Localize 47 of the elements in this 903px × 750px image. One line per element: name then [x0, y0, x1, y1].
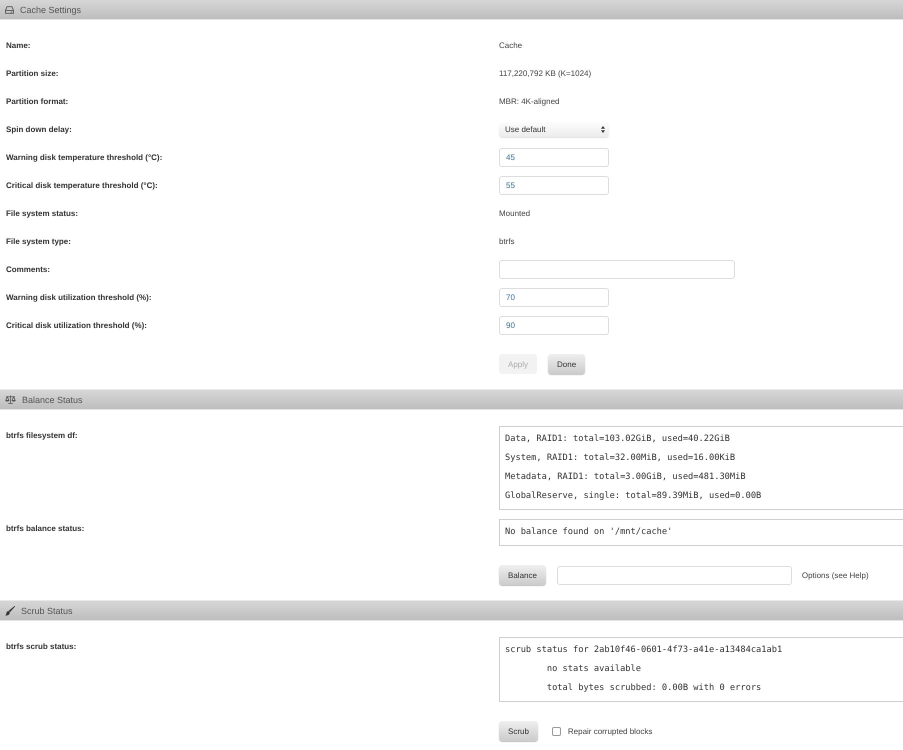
field-label: File system status: [6, 208, 78, 218]
output-line: No balance found on '/mnt/cache' [505, 526, 672, 539]
field-label: Warning disk utilization threshold (%): [6, 292, 152, 302]
field-label: Name: [6, 40, 30, 50]
output-line: GlobalReserve, single: total=89.39MiB, used=0.00B [505, 490, 762, 503]
options-field[interactable] [556, 566, 792, 584]
input-field[interactable]: 70 [499, 288, 609, 306]
output-line: Data, RAID1: total=103.02GiB, used=40.22GiB [505, 433, 730, 446]
input-field[interactable]: 55 [499, 176, 609, 194]
field-label: btrfs scrub status: [6, 642, 76, 652]
checkbox-label: Repair corrupted blocks [568, 726, 652, 736]
field-label: Warning disk temperature threshold (°C): [6, 152, 162, 162]
action-button[interactable]: Balance [499, 565, 546, 585]
field-label: Critical disk utilization threshold (%): [6, 320, 147, 330]
brush-icon [5, 606, 15, 616]
output-line: Metadata, RAID1: total=3.00GiB, used=481.30MiB [505, 471, 746, 484]
input-field[interactable] [499, 260, 735, 278]
action-button[interactable]: Scrub [499, 721, 538, 741]
field-label: Partition format: [6, 96, 68, 106]
field-label: btrfs filesystem df: [6, 431, 78, 441]
field-label: Spin down delay: [6, 124, 72, 134]
balance-scale-icon [5, 395, 16, 404]
hard-drive-icon [5, 6, 14, 14]
field-label: btrfs balance status: [6, 524, 84, 534]
output-line: no stats available [546, 663, 641, 676]
output-line: total bytes scrubbed: 0.00B with 0 errors [546, 682, 762, 695]
field-label: Partition size: [6, 68, 58, 78]
field-value: 117,220,792 KB (K=1024) [499, 68, 592, 78]
action-button[interactable]: Done [548, 354, 586, 374]
section-title: Cache Settings [20, 4, 82, 14]
field-value: btrfs [499, 236, 515, 246]
field-label: Critical disk temperature threshold (°C): [6, 180, 158, 190]
checkbox[interactable] [552, 726, 561, 736]
input-field[interactable]: 90 [499, 316, 609, 334]
section-title: Scrub Status [21, 606, 73, 616]
field-label: Comments: [6, 264, 50, 274]
section-title: Balance Status [22, 394, 83, 404]
field-value: Mounted [499, 208, 530, 218]
caret-icon [601, 126, 605, 132]
output-line: scrub status for 2ab10f46-0601-4f73-a41e-a13484ca1ab1 [505, 644, 782, 657]
output-line: System, RAID1: total=32.00MiB, used=16.00KiB [505, 452, 736, 465]
field-value: Cache [499, 40, 522, 50]
options-hint: Options (see Help) [802, 570, 869, 580]
select-field[interactable]: Use default [499, 122, 609, 136]
field-label: File system type: [6, 236, 71, 246]
input-field[interactable]: 45 [499, 148, 609, 166]
field-value: MBR: 4K-aligned [499, 96, 560, 106]
